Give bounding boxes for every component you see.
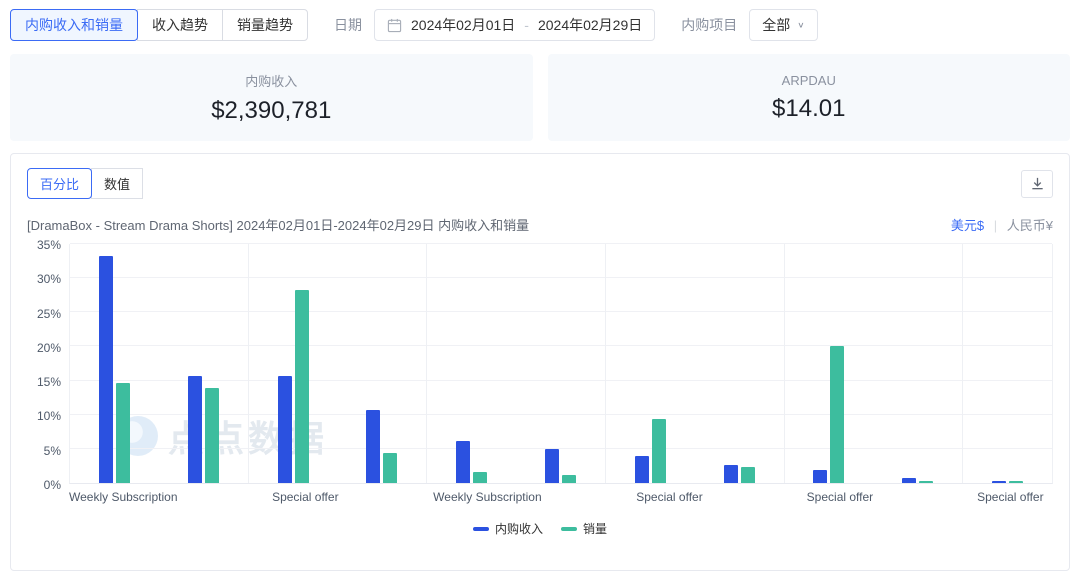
y-tick-label: 20%	[37, 341, 61, 355]
bar-销量[interactable]	[830, 346, 844, 483]
x-tick-label	[542, 490, 627, 504]
iap-filter-dropdown[interactable]: 全部 ∨	[749, 9, 817, 41]
stat-cards-row: 内购收入 $2,390,781 ARPDAU $14.01	[0, 41, 1080, 141]
bar-内购收入[interactable]	[724, 465, 738, 483]
legend-swatch-icon	[561, 527, 577, 531]
report-tabs: 内购收入和销量 收入趋势 销量趋势	[10, 9, 308, 41]
bar-内购收入[interactable]	[992, 481, 1006, 483]
bar-销量[interactable]	[473, 472, 487, 483]
x-tick-label: Special offer	[968, 490, 1053, 504]
bar-group	[159, 244, 249, 483]
x-tick-label: Special offer	[627, 490, 712, 504]
toggle-percent[interactable]: 百分比	[27, 168, 92, 199]
legend-item-销量[interactable]: 销量	[561, 520, 607, 537]
bar-内购收入[interactable]	[278, 376, 292, 483]
y-tick-label: 25%	[37, 307, 61, 321]
currency-cny[interactable]: 人民币¥	[1007, 218, 1053, 233]
bar-chart: 0%5%10%15%20%25%30%35% 点点数据	[27, 244, 1053, 484]
bar-内购收入[interactable]	[902, 478, 916, 483]
tab-sales-trend[interactable]: 销量趋势	[222, 9, 308, 41]
y-tick-label: 30%	[37, 272, 61, 286]
toggle-value[interactable]: 数值	[91, 168, 143, 199]
x-tick-label	[348, 490, 433, 504]
x-tick-label: Special offer	[797, 490, 882, 504]
bar-内购收入[interactable]	[366, 410, 380, 483]
bar-内购收入[interactable]	[456, 441, 470, 483]
legend-label: 内购收入	[495, 520, 543, 537]
legend-label: 销量	[583, 520, 607, 537]
bar-销量[interactable]	[919, 481, 933, 483]
bar-group	[963, 244, 1052, 483]
stat-card-iap-revenue: 内购收入 $2,390,781	[10, 54, 533, 141]
chart-title: [DramaBox - Stream Drama Shorts] 2024年02…	[27, 215, 529, 234]
bar-销量[interactable]	[562, 475, 576, 483]
iap-filter-value: 全部	[762, 15, 790, 35]
currency-usd[interactable]: 美元$	[951, 218, 984, 233]
stat-card-arpdau: ARPDAU $14.01	[548, 54, 1071, 141]
stat-value: $14.01	[772, 95, 845, 123]
x-tick-label: Weekly Subscription	[69, 490, 178, 504]
bar-内购收入[interactable]	[188, 376, 202, 483]
download-button[interactable]	[1021, 170, 1053, 198]
bar-group	[695, 244, 785, 483]
y-tick-label: 35%	[37, 238, 61, 252]
chart-card: 百分比 数值 [DramaBox - Stream Drama Shorts] …	[10, 153, 1070, 571]
x-tick-label	[883, 490, 968, 504]
stat-value: $2,390,781	[211, 97, 331, 125]
bar-销量[interactable]	[116, 383, 130, 483]
currency-divider: |	[994, 218, 997, 233]
top-toolbar: 内购收入和销量 收入趋势 销量趋势 日期 2024年02月01日 - 2024年…	[0, 0, 1080, 41]
bar-内购收入[interactable]	[813, 470, 827, 483]
bar-group	[785, 244, 874, 483]
bar-group	[249, 244, 338, 483]
bar-内购收入[interactable]	[635, 456, 649, 483]
y-tick-label: 5%	[44, 444, 61, 458]
bar-销量[interactable]	[652, 419, 666, 483]
bar-groups	[70, 244, 1052, 483]
y-tick-label: 10%	[37, 409, 61, 423]
bar-销量[interactable]	[741, 467, 755, 483]
bar-销量[interactable]	[383, 453, 397, 483]
bar-销量[interactable]	[1009, 481, 1023, 483]
date-start: 2024年02月01日	[411, 15, 515, 35]
date-range-picker[interactable]: 2024年02月01日 - 2024年02月29日	[374, 9, 655, 41]
bar-group	[873, 244, 963, 483]
plot-area: 点点数据	[69, 244, 1053, 484]
bar-group	[427, 244, 516, 483]
bar-group	[606, 244, 695, 483]
legend-item-内购收入[interactable]: 内购收入	[473, 520, 543, 537]
bar-group	[516, 244, 606, 483]
x-tick-label	[178, 490, 263, 504]
x-tick-label	[712, 490, 797, 504]
tab-iap-revenue-sales[interactable]: 内购收入和销量	[10, 9, 138, 41]
bar-group	[70, 244, 159, 483]
x-tick-label: Weekly Subscription	[433, 490, 542, 504]
date-separator: -	[524, 17, 529, 33]
y-tick-label: 0%	[44, 478, 61, 492]
stat-label: ARPDAU	[782, 73, 836, 88]
x-tick-label: Special offer	[263, 490, 348, 504]
stat-label: 内购收入	[245, 71, 297, 90]
bar-内购收入[interactable]	[99, 256, 113, 483]
y-axis: 0%5%10%15%20%25%30%35%	[27, 244, 69, 484]
calendar-icon	[387, 18, 402, 33]
tab-revenue-trend[interactable]: 收入趋势	[137, 9, 223, 41]
date-end: 2024年02月29日	[538, 15, 642, 35]
download-icon	[1030, 176, 1045, 191]
chevron-down-icon: ∨	[797, 21, 804, 30]
chart-legend: 内购收入 销量	[27, 520, 1053, 537]
y-tick-label: 15%	[37, 375, 61, 389]
bar-内购收入[interactable]	[545, 449, 559, 483]
x-axis-labels: Weekly Subscription Special offer Weekly S…	[69, 490, 1053, 504]
legend-swatch-icon	[473, 527, 489, 531]
currency-toggle: 美元$ | 人民币¥	[951, 215, 1053, 234]
chart-mode-row: 百分比 数值	[27, 168, 1053, 199]
bar-group	[337, 244, 427, 483]
bar-销量[interactable]	[205, 388, 219, 483]
chart-title-row: [DramaBox - Stream Drama Shorts] 2024年02…	[27, 215, 1053, 234]
date-label: 日期	[334, 15, 362, 35]
iap-filter-label: 内购项目	[681, 15, 737, 35]
bar-销量[interactable]	[295, 290, 309, 483]
